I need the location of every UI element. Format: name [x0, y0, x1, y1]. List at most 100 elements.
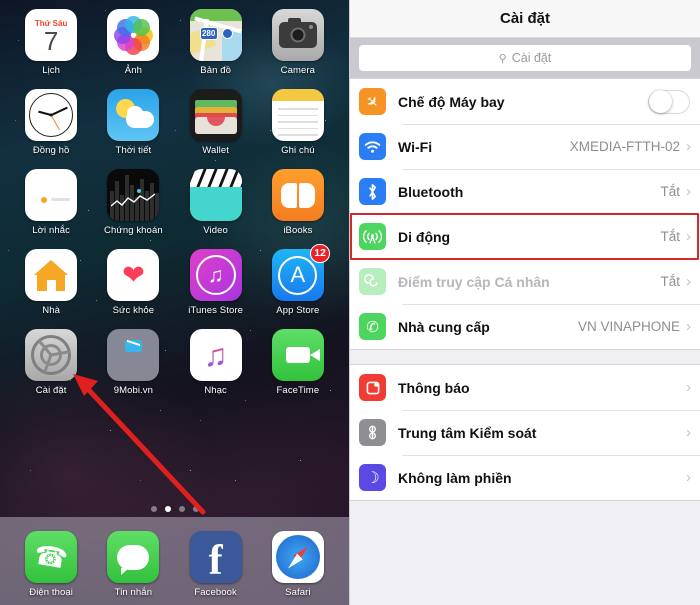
app-label: iBooks	[283, 225, 312, 236]
settings-row-2-0[interactable]: Thông báo ›	[350, 365, 700, 410]
app-dock-3[interactable]: Safari	[257, 526, 339, 598]
wallet-icon	[190, 89, 242, 141]
control-center-icon	[359, 419, 386, 446]
search-input[interactable]: ⚲ Cài đặt	[359, 45, 691, 71]
app-grid-0[interactable]: Thứ Sáu 7 Lịch	[10, 4, 92, 84]
notes-icon	[272, 89, 324, 141]
row-label: Di động	[398, 229, 660, 245]
app-grid-16[interactable]: Cài đặt	[10, 324, 92, 404]
search-bar-container: ⚲ Cài đặt	[350, 38, 700, 78]
row-label: Điểm truy cập Cá nhân	[398, 274, 660, 290]
app-grid-18[interactable]: ♫ Nhạc	[175, 324, 257, 404]
page-dot-1[interactable]	[165, 506, 171, 512]
app-grid-8[interactable]: Lời nhắc	[10, 164, 92, 244]
chevron-right-icon: ›	[686, 379, 691, 396]
app-label: Điện thoại	[29, 587, 73, 598]
maps-icon: 280	[190, 9, 242, 61]
app-grid-14[interactable]: ♫ iTunes Store	[175, 244, 257, 324]
app-grid-4[interactable]: Đồng hồ	[10, 84, 92, 164]
page-dot-0[interactable]	[151, 506, 157, 512]
row-value: Tắt	[660, 184, 680, 199]
app-grid-19[interactable]: FaceTime	[257, 324, 339, 404]
app-label: Đồng hồ	[33, 145, 70, 156]
settings-row-2-1[interactable]: Trung tâm Kiểm soát ›	[350, 410, 700, 455]
app-grid-2[interactable]: 280 Bản đồ	[175, 4, 257, 84]
app-label: Safari	[285, 587, 310, 598]
settings-row-1-5[interactable]: ✆ Nhà cung cấp VN VINAPHONE ›	[350, 304, 700, 349]
weather-icon	[107, 89, 159, 141]
page-dot-2[interactable]	[179, 506, 185, 512]
app-label: App Store	[276, 305, 319, 316]
chevron-right-icon: ›	[686, 273, 691, 290]
settings-group-notifications: Thông báo › Trung tâm Kiểm soát › ☽ Không làm…	[350, 364, 700, 501]
chevron-right-icon: ›	[686, 138, 691, 155]
home-app-icon	[25, 249, 77, 301]
app-grid-17[interactable]: 9Mobi.vn	[92, 324, 174, 404]
app-grid-11[interactable]: iBooks	[257, 164, 339, 244]
app-label: Tin nhắn	[115, 587, 152, 598]
row-value: Tắt	[660, 274, 680, 289]
airplane-icon: ✈	[359, 88, 386, 115]
health-icon: ❤	[107, 249, 159, 301]
app-label: iTunes Store	[188, 305, 243, 316]
group-separator	[350, 350, 700, 364]
toggle-knob	[649, 90, 672, 113]
maps-route-shield: 280	[200, 27, 218, 40]
chevron-right-icon: ›	[686, 318, 691, 335]
calendar-day: 7	[44, 28, 58, 54]
app-dock-1[interactable]: Tin nhắn	[92, 526, 174, 598]
settings-row-1-3[interactable]: Di động Tắt ›	[350, 214, 700, 259]
row-label: Nhà cung cấp	[398, 319, 578, 335]
messages-icon	[107, 531, 159, 583]
app-label: Thời tiết	[116, 145, 152, 156]
app-label: Facebook	[194, 587, 237, 598]
dock: ☎ Điện thoại Tin nhắn f Facebook Safari	[0, 517, 349, 605]
reminders-icon	[25, 169, 77, 221]
settings-app: Cài đặt ⚲ Cài đặt ✈ Chế độ Máy bay Wi-Fi XM…	[349, 0, 700, 605]
settings-header: Cài đặt	[350, 0, 700, 38]
row-value: XMEDIA-FTTH-02	[570, 139, 680, 154]
app-grid-9[interactable]: Chứng khoán	[92, 164, 174, 244]
app-grid-15[interactable]: A 12 App Store	[257, 244, 339, 324]
row-label: Không làm phiền	[398, 470, 686, 486]
app-grid-5[interactable]: Thời tiết	[92, 84, 174, 164]
app-label: Nhạc	[204, 385, 227, 396]
app-label: FaceTime	[277, 385, 320, 396]
search-placeholder: Cài đặt	[512, 51, 552, 65]
app-grid-13[interactable]: ❤ Sức khỏe	[92, 244, 174, 324]
row-label: Bluetooth	[398, 184, 660, 200]
wifi-icon	[359, 133, 386, 160]
chevron-right-icon: ›	[686, 469, 691, 486]
app-grid-10[interactable]: Video	[175, 164, 257, 244]
app-label: Cài đặt	[36, 385, 67, 396]
chevron-right-icon: ›	[686, 228, 691, 245]
toggle-switch[interactable]	[648, 90, 690, 114]
settings-row-1-0[interactable]: ✈ Chế độ Máy bay	[350, 79, 700, 124]
app-grid-12[interactable]: Nhà	[10, 244, 92, 324]
screenshot-root: Thứ Sáu 7 Lịch Ảnh 280 Bản đồ Camera Đồng hồ Thờ…	[0, 0, 700, 605]
page-dot-3[interactable]	[193, 506, 199, 512]
settings-row-2-2[interactable]: ☽ Không làm phiền ›	[350, 455, 700, 500]
app-grid-1[interactable]: Ảnh	[92, 4, 174, 84]
app-dock-0[interactable]: ☎ Điện thoại	[10, 526, 92, 598]
page-dots[interactable]	[0, 506, 349, 512]
hotspot-icon	[359, 268, 386, 295]
app-grid-3[interactable]: Camera	[257, 4, 339, 84]
facetime-icon	[272, 329, 324, 381]
camera-icon	[272, 9, 324, 61]
app-label: Camera	[281, 65, 315, 76]
cellular-icon	[359, 223, 386, 250]
settings-row-1-4[interactable]: Điểm truy cập Cá nhân Tắt ›	[350, 259, 700, 304]
row-label: Trung tâm Kiểm soát	[398, 425, 686, 441]
settings-row-1-1[interactable]: Wi-Fi XMEDIA-FTTH-02 ›	[350, 124, 700, 169]
calendar-icon: Thứ Sáu 7	[25, 9, 77, 61]
bluetooth-icon	[359, 178, 386, 205]
app-label: Chứng khoán	[104, 225, 163, 236]
phone-icon: ☎	[25, 531, 77, 583]
app-grid-7[interactable]: Ghi chú	[257, 84, 339, 164]
app-grid-6[interactable]: Wallet	[175, 84, 257, 164]
app-label: Nhà	[42, 305, 60, 316]
app-dock-2[interactable]: f Facebook	[175, 526, 257, 598]
facebook-icon: f	[190, 531, 242, 583]
settings-row-1-2[interactable]: Bluetooth Tắt ›	[350, 169, 700, 214]
